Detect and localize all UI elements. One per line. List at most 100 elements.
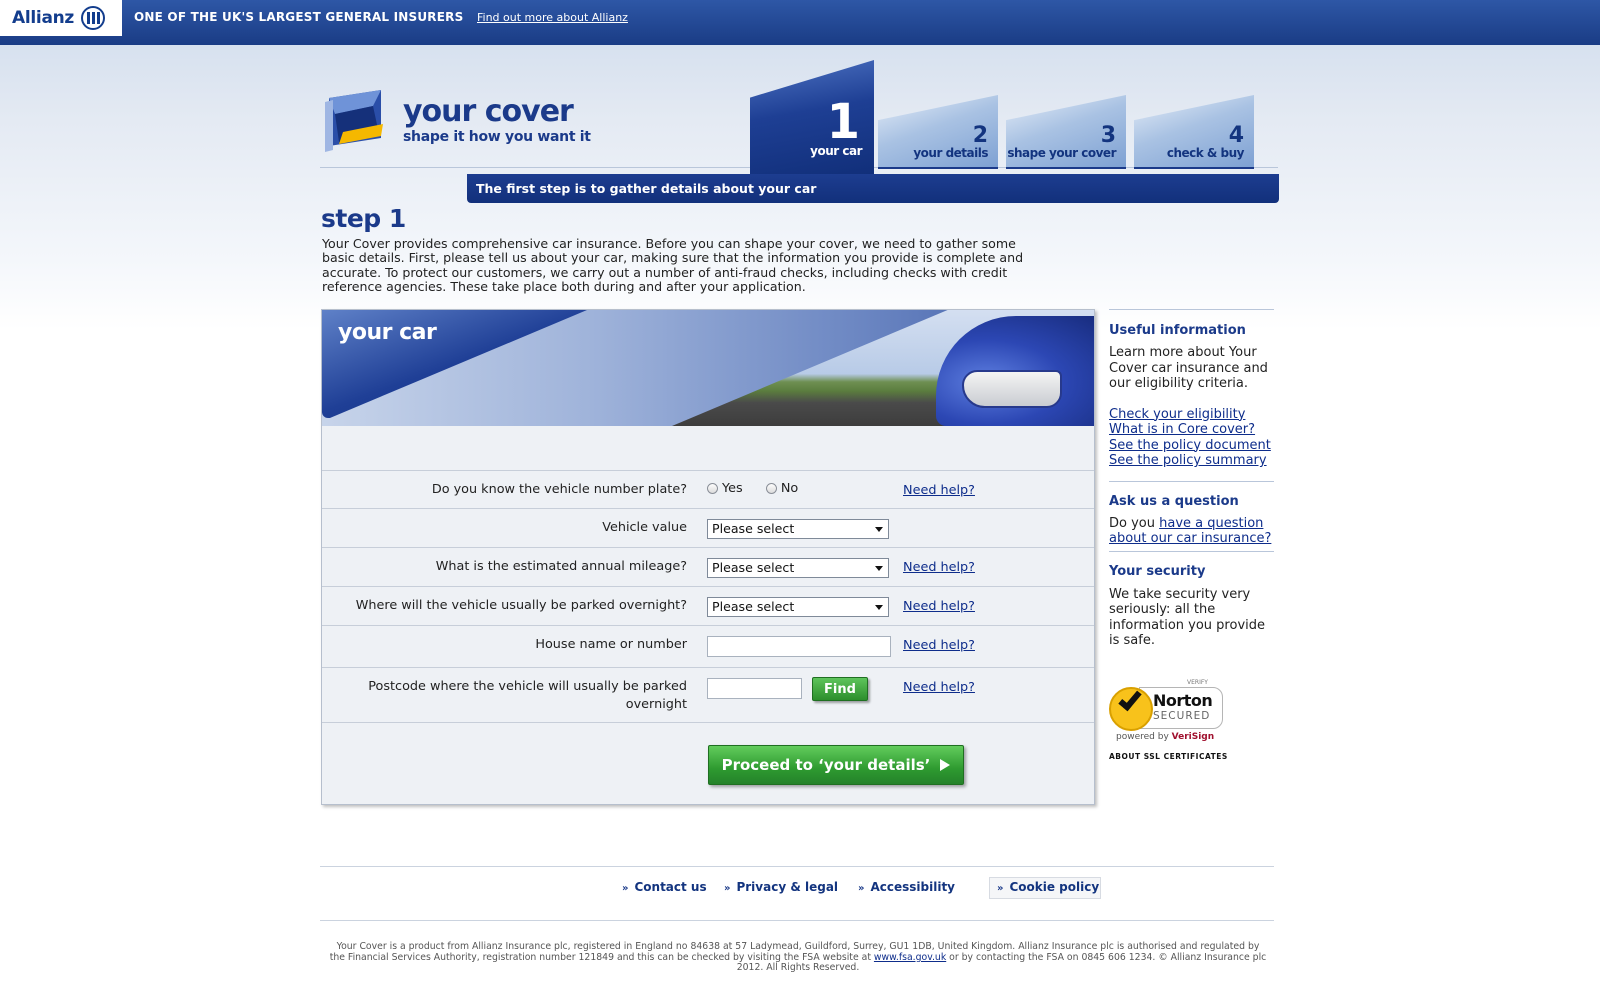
check-eligibility-link[interactable]: Check your eligibility [1109,407,1274,423]
tab-check-and-buy[interactable]: 4 check & buy [1134,95,1254,169]
proceed-label: Proceed to ‘your details’ [721,756,931,774]
norton-powered-by: powered by VeriSign [1116,732,1214,742]
norton-name: Norton [1153,691,1213,710]
find-address-button[interactable]: Find [812,677,868,701]
powered-by-text: powered by [1116,732,1172,742]
proceed-button[interactable]: Proceed to ‘your details’ [708,745,964,785]
product-title: your cover [403,94,574,129]
radio-circle-icon[interactable] [765,483,777,494]
sidebar-divider [1109,480,1274,482]
useful-info-heading: Useful information [1109,323,1246,338]
chevron-down-icon [875,605,883,610]
ask-prefix: Do you [1109,515,1160,531]
step-number: 3 [1100,123,1116,148]
fsa-website-link[interactable]: www.fsa.gov.uk [874,952,946,963]
top-bar: Allianz ONE OF THE UK'S LARGEST GENERAL … [0,0,1600,45]
product-subtitle: shape it how you want it [403,129,591,145]
ask-question-text: Do you have a question about our car ins… [1109,516,1274,547]
need-help-link[interactable]: Need help? [903,680,975,695]
annual-mileage-select[interactable]: Please select [707,558,889,578]
step-number: 4 [1228,123,1244,148]
page-title: step 1 [321,204,406,233]
policy-document-link[interactable]: See the policy document [1109,438,1274,454]
cookie-policy-link[interactable]: Cookie policy [997,880,1099,894]
select-value: Please select [712,521,795,536]
question-label: Do you know the vehicle number plate? [431,482,687,497]
need-help-link[interactable]: Need help? [903,483,975,498]
need-help-link[interactable]: Need help? [903,638,975,653]
verisign-text: VeriSign [1171,732,1215,742]
radio-no-label: No [780,481,799,496]
step-label: your details [913,146,988,160]
step-label: check & buy [1166,146,1245,160]
radio-yes[interactable]: Yes [707,481,743,496]
question-label: Where will the vehicle usually be parked… [355,598,687,613]
vehicle-value-select[interactable]: Please select [707,519,889,539]
form-divider [322,722,1094,723]
your-cover-logo-icon [325,90,383,152]
norton-secured-badge[interactable]: VERIFY Norton SECURED powered by VeriSig… [1109,679,1224,742]
question-label: Postcode where the vehicle will usually … [368,679,687,712]
form-row-overnight-parking: Where will the vehicle usually be parked… [322,586,1094,625]
form-row-number-plate: Do you know the vehicle number plate? Ye… [322,470,1094,508]
step-number: 1 [826,94,860,150]
panel-hero-image: your car [322,310,1094,426]
headlight-image [962,370,1062,408]
footer-divider [320,866,1274,867]
legal-text: Your Cover is a product from Allianz Ins… [328,941,1268,974]
form-row-postcode: Postcode where the vehicle will usually … [322,667,1094,722]
ask-question-heading: Ask us a question [1109,493,1239,509]
question-label: Vehicle value [602,520,687,535]
ssl-certificates-link[interactable]: ABOUT SSL CERTIFICATES [1109,752,1228,761]
need-help-link[interactable]: Need help? [903,599,975,614]
overnight-parking-select[interactable]: Please select [707,597,889,617]
need-help-link[interactable]: Need help? [903,560,975,575]
tab-shape-your-cover[interactable]: 3 shape your cover [1006,95,1126,169]
intro-text: Your Cover provides comprehensive car in… [322,236,1024,294]
useful-links: Check your eligibility What is in Core c… [1109,407,1274,469]
chevron-down-icon [875,566,883,571]
useful-info-text: Learn more about Your Cover car insuranc… [1109,345,1268,391]
norton-secured-text: SECURED [1153,710,1211,722]
brand-name: Allianz [12,8,75,28]
question-label: What is the estimated annual mileage? [435,559,687,574]
select-value: Please select [712,599,795,614]
tab-your-car[interactable]: 1 your car [750,60,874,174]
sidebar-divider [1109,309,1274,310]
radio-group: Yes No [707,481,798,498]
contact-us-link[interactable]: Contact us [622,880,706,894]
core-cover-link[interactable]: What is in Core cover? [1109,422,1274,438]
select-value: Please select [712,560,795,575]
radio-no[interactable]: No [765,481,799,496]
radio-circle-icon[interactable] [707,483,718,494]
step-label: your car [810,144,862,158]
play-arrow-icon [940,759,951,771]
footer-divider [320,920,1274,921]
radio-yes-label: Yes [722,481,743,496]
question-label: House name or number [535,637,687,652]
allianz-logo[interactable]: Allianz [0,0,122,36]
chevron-down-icon [875,527,883,532]
form-row-annual-mileage: What is the estimated annual mileage? Pl… [322,547,1094,586]
security-heading: Your security [1109,563,1206,579]
norton-verify-text: VERIFY [1187,679,1208,686]
tagline: ONE OF THE UK'S LARGEST GENERAL INSURERS [134,10,464,24]
your-car-form-panel: your car Do you know the vehicle number … [321,309,1095,805]
step-number: 2 [972,123,988,148]
policy-summary-link[interactable]: See the policy summary [1109,453,1274,469]
accessibility-link[interactable]: Accessibility [858,880,955,894]
about-allianz-link[interactable]: Find out more about Allianz [477,11,628,24]
sidebar-divider [1109,550,1274,552]
allianz-emblem-icon [81,6,106,30]
house-name-input[interactable] [707,636,891,657]
panel-title: your car [338,320,437,345]
step-label: shape your cover [1007,146,1116,160]
step-banner: The first step is to gather details abou… [467,174,1279,203]
form-row-vehicle-value: Vehicle value Please select [322,508,1094,547]
postcode-input[interactable] [707,678,802,699]
tab-your-details[interactable]: 2 your details [878,95,998,169]
form-row-house-name: House name or number Need help? [322,625,1094,667]
sidebar: Useful information Learn more about Your… [1109,309,1274,761]
privacy-legal-link[interactable]: Privacy & legal [724,880,838,894]
security-text: We take security very seriously: all the… [1109,586,1265,649]
